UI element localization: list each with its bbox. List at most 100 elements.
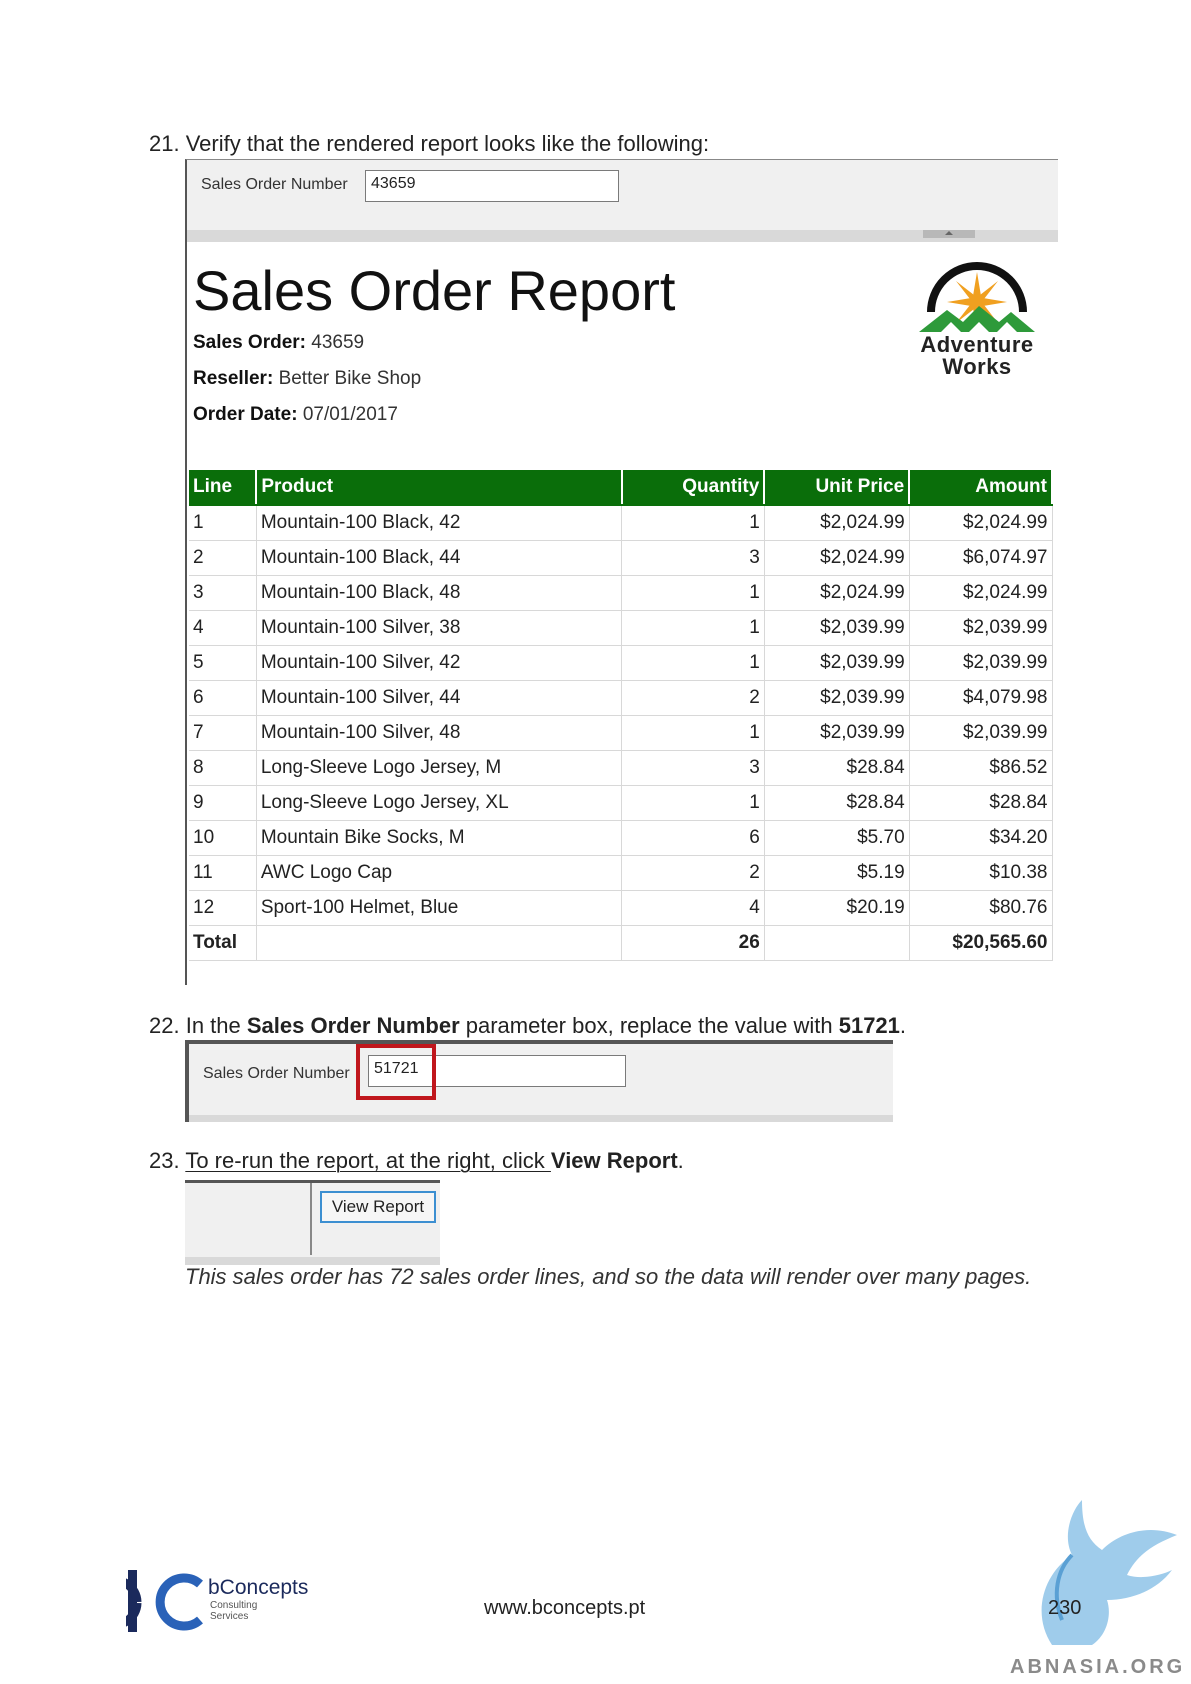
cell-line: 2 xyxy=(189,540,257,576)
meta-label: Order Date: xyxy=(193,404,298,425)
cell-quantity: 1 xyxy=(621,645,765,681)
step-text-post: . xyxy=(899,1013,907,1038)
table-row: 1 Mountain-100 Black, 42 1 $2,024.99 $2,024.… xyxy=(189,505,1053,541)
view-report-screenshot: View Report xyxy=(185,1180,440,1265)
cell-amount: $10.38 xyxy=(909,855,1053,891)
meta-value: 07/01/2017 xyxy=(302,404,398,425)
cell-quantity: 3 xyxy=(621,750,765,786)
cell-product: Mountain-100 Silver, 44 xyxy=(256,680,623,716)
cell-product: Long-Sleeve Logo Jersey, XL xyxy=(256,785,623,821)
watermark-text: ABNASIA.ORG xyxy=(1010,1656,1186,1678)
cell-unit-price: $5.70 xyxy=(764,820,910,856)
footer-url: www.bconcepts.pt xyxy=(484,1597,646,1619)
column-header-unit-price: Unit Price xyxy=(764,470,911,506)
cell-product: Mountain-100 Black, 42 xyxy=(256,505,623,541)
table-header-row: Line Product Quantity Unit Price Amount xyxy=(189,470,1053,506)
table-row: 7 Mountain-100 Silver, 48 1 $2,039.99 $2,039… xyxy=(189,715,1053,751)
cell-product: Mountain-100 Black, 44 xyxy=(256,540,623,576)
meta-label: Sales Order: xyxy=(193,332,306,353)
table-row: 9 Long-Sleeve Logo Jersey, XL 1 $28.84 $28.8… xyxy=(189,785,1053,821)
step-23: 23. To re-run the report, at the right, … xyxy=(149,1148,684,1174)
cell-unit-price: $2,039.99 xyxy=(764,610,910,646)
cell-line: 8 xyxy=(189,750,257,786)
cell-unit-price: $28.84 xyxy=(764,785,910,821)
cell-amount: $2,039.99 xyxy=(909,645,1053,681)
cell-line: 3 xyxy=(189,575,257,611)
step-text-post: . xyxy=(677,1148,684,1173)
collapse-parameters-handle[interactable] xyxy=(923,230,975,238)
cell-quantity: 1 xyxy=(621,505,765,541)
cell-unit-price: $2,024.99 xyxy=(764,505,910,541)
cell-product: Mountain-100 Silver, 38 xyxy=(256,610,623,646)
cell-line: 12 xyxy=(189,890,257,926)
bconcepts-logo-icon xyxy=(126,1570,203,1632)
meta-value: 43659 xyxy=(311,332,365,353)
cell-unit-price: $2,024.99 xyxy=(764,540,910,576)
cell-quantity: 4 xyxy=(621,890,765,926)
table-row: 11 AWC Logo Cap 2 $5.19 $10.38 xyxy=(189,855,1053,891)
cell-line: 1 xyxy=(189,505,257,541)
cell-amount: $6,074.97 xyxy=(909,540,1053,576)
cell-line: 4 xyxy=(189,610,257,646)
meta-order-date: Order Date: 07/01/2017 xyxy=(193,404,398,426)
cell-line: 9 xyxy=(189,785,257,821)
parameter-label: Sales Order Number xyxy=(201,176,348,193)
cell-line: 10 xyxy=(189,820,257,856)
cell-product: Mountain Bike Socks, M xyxy=(256,820,623,856)
logo-text-works: Works xyxy=(942,354,1012,379)
meta-value: Better Bike Shop xyxy=(278,368,422,389)
company-subtitle: Consulting Services xyxy=(210,1600,257,1622)
company-subtitle-line: Consulting xyxy=(210,1600,258,1611)
table-row: 2 Mountain-100 Black, 44 3 $2,024.99 $6,074.… xyxy=(189,540,1053,576)
cell-amount: $86.52 xyxy=(909,750,1053,786)
total-amount: $20,565.60 xyxy=(909,925,1053,961)
column-header-line: Line xyxy=(189,470,258,506)
cell-amount: $2,039.99 xyxy=(909,715,1053,751)
cell-quantity: 1 xyxy=(621,715,765,751)
meta-sales-order: Sales Order: 43659 xyxy=(193,332,364,354)
table-total-row: Total 26 $20,565.60 xyxy=(189,925,1053,961)
cell-amount: $4,079.98 xyxy=(909,680,1053,716)
cell-product: AWC Logo Cap xyxy=(256,855,623,891)
parameter-bar xyxy=(187,160,1058,230)
total-empty xyxy=(256,925,623,961)
cell-unit-price: $2,039.99 xyxy=(764,680,910,716)
table-row: 5 Mountain-100 Silver, 42 1 $2,039.99 $2,039… xyxy=(189,645,1053,681)
cell-unit-price: $2,024.99 xyxy=(764,575,910,611)
cell-unit-price: $20.19 xyxy=(764,890,910,926)
cell-line: 6 xyxy=(189,680,257,716)
step-number: 23. xyxy=(149,1148,180,1173)
table-row: 10 Mountain Bike Socks, M 6 $5.70 $34.20 xyxy=(189,820,1053,856)
table-row: 12 Sport-100 Helmet, Blue 4 $20.19 $80.76 xyxy=(189,890,1053,926)
table-row: 6 Mountain-100 Silver, 44 2 $2,039.99 $4,079… xyxy=(189,680,1053,716)
parameter-label: Sales Order Number xyxy=(203,1065,350,1082)
step-text-mid: parameter box, replace the value with xyxy=(459,1013,839,1038)
cell-amount: $34.20 xyxy=(909,820,1053,856)
table-row: 3 Mountain-100 Black, 48 1 $2,024.99 $2,024.… xyxy=(189,575,1053,611)
cell-amount: $2,024.99 xyxy=(909,575,1053,611)
total-empty xyxy=(764,925,910,961)
sales-order-number-input[interactable]: 43659 xyxy=(365,170,619,202)
column-header-amount: Amount xyxy=(909,470,1053,506)
step-21: 21. Verify that the rendered report look… xyxy=(149,131,709,157)
cell-amount: $2,024.99 xyxy=(909,505,1053,541)
highlight-box xyxy=(356,1044,436,1100)
view-report-button[interactable]: View Report xyxy=(320,1191,436,1223)
total-quantity: 26 xyxy=(621,925,765,961)
step-text-pre: In the xyxy=(185,1013,247,1038)
cell-unit-price: $2,039.99 xyxy=(764,715,910,751)
cell-quantity: 1 xyxy=(621,610,765,646)
toolbar-divider xyxy=(310,1183,312,1255)
step-text-pre: To re-run the report, at the right, clic… xyxy=(185,1148,551,1173)
cell-unit-price: $5.19 xyxy=(764,855,910,891)
total-label: Total xyxy=(189,925,257,961)
cell-product: Mountain-100 Black, 48 xyxy=(256,575,623,611)
cell-unit-price: $28.84 xyxy=(764,750,910,786)
step-22: 22. In the Sales Order Number parameter … xyxy=(149,1013,906,1039)
company-subtitle-line: Services xyxy=(210,1611,249,1622)
cell-product: Sport-100 Helmet, Blue xyxy=(256,890,623,926)
cell-quantity: 2 xyxy=(621,680,765,716)
sales-order-table: Line Product Quantity Unit Price Amount … xyxy=(189,470,1053,961)
cell-line: 11 xyxy=(189,855,257,891)
column-header-quantity: Quantity xyxy=(621,470,766,506)
